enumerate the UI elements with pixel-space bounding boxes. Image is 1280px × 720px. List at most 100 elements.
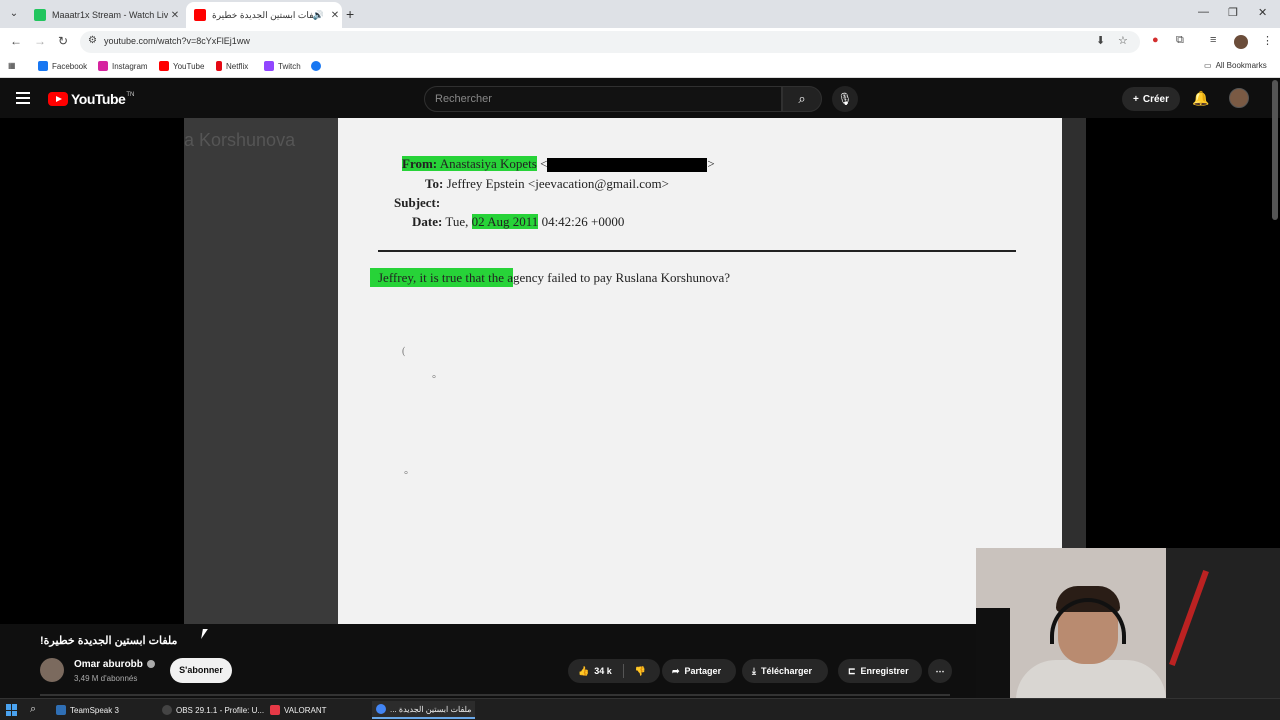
taskbar-search-icon[interactable]: ⌕ xyxy=(30,703,36,716)
more-actions-button[interactable]: ⋯ xyxy=(928,659,952,683)
share-icon: ➦ xyxy=(672,665,680,676)
close-icon[interactable]: ✕ xyxy=(168,10,182,21)
like-count[interactable]: 34 k xyxy=(594,666,612,676)
reload-icon[interactable]: ↻ xyxy=(58,34,68,48)
bookmark-youtube[interactable]: YouTube xyxy=(159,61,204,71)
new-tab-icon[interactable]: + xyxy=(346,6,354,22)
date-highlight: 02 Aug 2011 xyxy=(471,214,539,229)
bookmark-facebook-2[interactable] xyxy=(311,61,321,71)
taskbar-label: TeamSpeak 3 xyxy=(70,705,119,715)
close-icon[interactable]: ✕ xyxy=(328,10,342,21)
youtube-header: YouTube TN Rechercher ⌕ 🎙 + Créer 🔔 xyxy=(0,80,1280,118)
channel-avatar[interactable] xyxy=(40,658,64,682)
channel-name[interactable]: Omar aburobb xyxy=(74,659,155,670)
forward-icon[interactable]: → xyxy=(34,34,46,48)
like-icon[interactable]: 👍 xyxy=(578,666,589,677)
windows-start-icon[interactable] xyxy=(6,704,18,716)
share-label: Partager xyxy=(684,666,722,676)
bookmark-label: Twitch xyxy=(278,61,301,71)
windows-taskbar: ⌕ TeamSpeak 3 OBS 29.1.1 - Profile: U...… xyxy=(0,698,1280,720)
redaction-bar xyxy=(547,158,708,173)
to-label: To: xyxy=(425,176,444,191)
bookmark-facebook[interactable]: Facebook xyxy=(38,61,87,71)
bookmark-label: Facebook xyxy=(52,61,88,71)
all-bookmarks[interactable]: ▭ All Bookmarks xyxy=(1204,61,1267,70)
subject-line: Subject: xyxy=(394,195,440,211)
taskbar-item-teamspeak[interactable]: TeamSpeak 3 xyxy=(52,701,123,719)
search-icon[interactable]: ⌕ xyxy=(782,86,822,112)
bookmark-instagram[interactable]: Instagram xyxy=(98,61,148,71)
minimize-icon[interactable]: — xyxy=(1198,6,1209,18)
download-label: Télécharger xyxy=(760,666,813,676)
save-label: Enregistrer xyxy=(860,666,909,676)
create-button[interactable]: + Créer xyxy=(1122,87,1180,111)
extension-icon[interactable]: ● xyxy=(1152,34,1159,46)
subscriber-count: 3,49 M d'abonnés xyxy=(74,674,138,683)
facebook-icon xyxy=(311,61,321,71)
speaker-icon[interactable]: 🔊 xyxy=(313,10,324,21)
subscribe-button[interactable]: S'abonner xyxy=(170,658,232,683)
more-dots-icon: ⋯ xyxy=(935,665,945,676)
browser-tab-1[interactable]: Maaatr1x Stream - Watch Live o ✕ xyxy=(26,2,182,28)
youtube-logo[interactable]: YouTube TN xyxy=(48,91,134,107)
microphone-icon[interactable]: 🎙 xyxy=(832,86,858,112)
chrome-icon xyxy=(376,704,386,714)
to-value: Jeffrey Epstein <jeevacation@gmail.com> xyxy=(446,176,669,191)
taskbar-item-valorant[interactable]: VALORANT xyxy=(266,701,331,719)
email-body: Jeffrey, it is true that the agency fail… xyxy=(370,268,730,287)
menu-icon[interactable] xyxy=(16,92,30,104)
download-button[interactable]: ⤓ Télécharger xyxy=(742,659,828,683)
to-line: To: Jeffrey Epstein <jeevacation@gmail.c… xyxy=(425,176,669,192)
from-line: From: Anastasiya Kopets < > xyxy=(402,156,715,173)
tab-favicon xyxy=(34,9,46,21)
bookmark-netflix[interactable]: Netflix xyxy=(216,61,248,71)
apps-grid-icon[interactable]: ▦ xyxy=(8,61,16,70)
share-button[interactable]: ➦ Partager xyxy=(662,659,736,683)
save-button[interactable]: ⊏ Enregistrer xyxy=(838,659,922,683)
address-bar[interactable]: ⚙ youtube.com/watch?v=8cYxFlEj1ww xyxy=(80,31,1140,53)
body-rest: gency failed to pay Ruslana Korshunova? xyxy=(513,270,730,285)
search-input[interactable]: Rechercher xyxy=(424,86,782,112)
window-close-icon[interactable]: ✕ xyxy=(1258,6,1267,19)
ghost-text: a Korshunova xyxy=(184,130,296,150)
bookmark-twitch[interactable]: Twitch xyxy=(264,61,301,71)
logo-text: YouTube xyxy=(71,91,126,107)
browser-tab-2[interactable]: ملفات ابستين الجديدة خطيرة 🔊 ✕ xyxy=(186,2,342,28)
site-info-icon[interactable]: ⚙ xyxy=(88,35,97,46)
netflix-icon xyxy=(216,61,222,71)
verified-icon xyxy=(146,660,155,669)
menu-dots-icon[interactable]: ⋮ xyxy=(1262,34,1273,47)
taskbar-label: VALORANT xyxy=(284,705,327,715)
bookmark-star-icon[interactable]: ☆ xyxy=(1118,34,1128,47)
divider xyxy=(378,250,1016,252)
back-icon[interactable]: ← xyxy=(10,34,22,48)
page-scrollbar[interactable] xyxy=(1272,80,1278,220)
notifications-bell-icon[interactable]: 🔔 xyxy=(1192,90,1209,107)
instagram-icon xyxy=(98,61,108,71)
url-text[interactable]: youtube.com/watch?v=8cYxFlEj1ww xyxy=(104,36,250,46)
profile-avatar[interactable] xyxy=(1234,35,1248,49)
tab-title: Maaatr1x Stream - Watch Live o xyxy=(52,10,168,20)
subject-label: Subject: xyxy=(394,195,441,210)
taskbar-item-obs[interactable]: OBS 29.1.1 - Profile: U... xyxy=(158,701,268,719)
bookmarks-bar: ▦ Facebook Instagram YouTube Netflix Twi… xyxy=(0,56,1280,78)
extensions-puzzle-icon[interactable]: ⧉ xyxy=(1176,34,1184,47)
youtube-play-icon xyxy=(48,92,68,106)
install-icon[interactable]: ⬇ xyxy=(1096,34,1105,47)
restore-icon[interactable]: ❐ xyxy=(1228,6,1238,19)
tab-search-icon[interactable]: ⌄ xyxy=(6,6,22,22)
create-label: Créer xyxy=(1142,93,1169,105)
dislike-icon[interactable]: 👎 xyxy=(635,666,646,677)
taskbar-item-chrome[interactable]: ... ملفات ابستين الجديدة xyxy=(372,701,476,719)
from-name: Anastasiya Kopets xyxy=(439,156,537,171)
user-avatar[interactable] xyxy=(1229,88,1249,108)
video-title: ملفات ابستين الجديدة خطيرة! xyxy=(40,635,178,647)
obs-icon xyxy=(162,705,172,715)
media-control-icon[interactable]: ≡ xyxy=(1210,34,1216,46)
search-placeholder: Rechercher xyxy=(435,93,492,105)
logo-country: TN xyxy=(126,92,135,98)
tab-favicon xyxy=(194,9,206,21)
bookmark-label: YouTube xyxy=(173,61,205,71)
tab-title: ملفات ابستين الجديدة خطيرة xyxy=(212,9,313,20)
webcam-overlay xyxy=(976,548,1280,720)
